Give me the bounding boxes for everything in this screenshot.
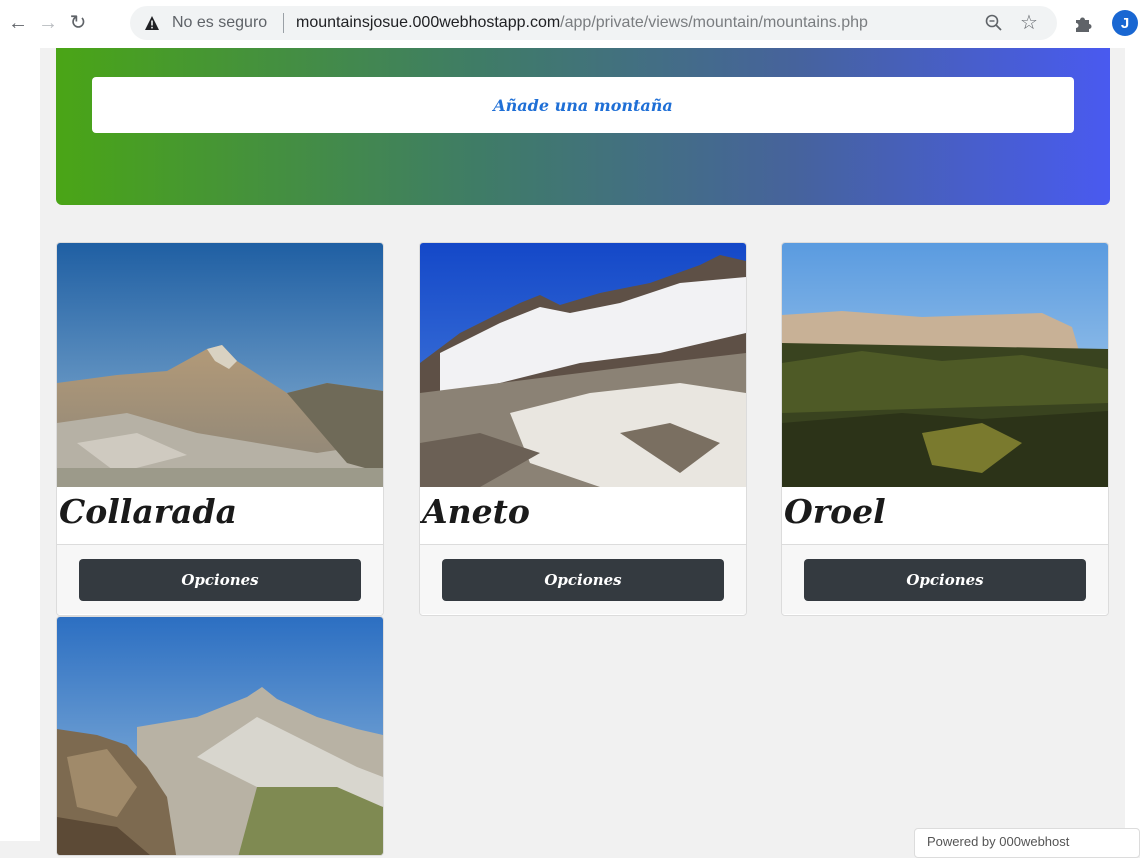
browser-toolbar: ← → ↻ No es seguro mountainsjosue.000web…: [0, 0, 1140, 48]
mountain-card-aneto: Aneto Opciones: [419, 242, 747, 616]
card-footer: Opciones: [57, 544, 383, 614]
options-button[interactable]: Opciones: [442, 559, 724, 601]
mountain-card: [56, 616, 384, 856]
forward-arrow-icon[interactable]: →: [36, 11, 60, 35]
address-bar[interactable]: No es seguro mountainsjosue.000webhostap…: [130, 6, 1057, 40]
card-footer: Opciones: [420, 544, 746, 614]
bookmark-star-icon[interactable]: ☆: [1020, 11, 1038, 35]
mountain-image: [782, 243, 1108, 487]
mountain-name: Collarada: [59, 492, 237, 531]
mountain-name: Aneto: [422, 492, 530, 531]
extensions-puzzle-icon[interactable]: [1072, 12, 1094, 34]
mountain-name: Oroel: [784, 492, 886, 531]
add-mountain-button[interactable]: Añade una montaña: [92, 77, 1074, 133]
zoom-icon[interactable]: [984, 13, 1004, 33]
url-text[interactable]: mountainsjosue.000webhostapp.com/app/pri…: [296, 14, 868, 32]
profile-avatar[interactable]: J: [1112, 10, 1138, 36]
back-arrow-icon[interactable]: ←: [6, 11, 30, 35]
hosting-watermark[interactable]: Powered by 000webhost: [914, 828, 1140, 858]
mountain-image: [420, 243, 746, 487]
security-label[interactable]: No es seguro: [172, 14, 267, 32]
options-button[interactable]: Opciones: [79, 559, 361, 601]
url-path: /app/private/views/mountain/mountains.ph…: [560, 14, 868, 31]
options-button[interactable]: Opciones: [804, 559, 1086, 601]
mountain-image: [57, 617, 383, 855]
url-host: mountainsjosue.000webhostapp.com: [296, 14, 561, 31]
card-footer: Opciones: [782, 544, 1108, 614]
mountain-card-oroel: Oroel Opciones: [781, 242, 1109, 616]
reload-icon[interactable]: ↻: [66, 11, 90, 35]
mountain-image: [57, 243, 383, 487]
address-separator: [283, 13, 284, 33]
mountain-card-collarada: Collarada Opciones: [56, 242, 384, 616]
warning-icon[interactable]: [144, 15, 160, 31]
